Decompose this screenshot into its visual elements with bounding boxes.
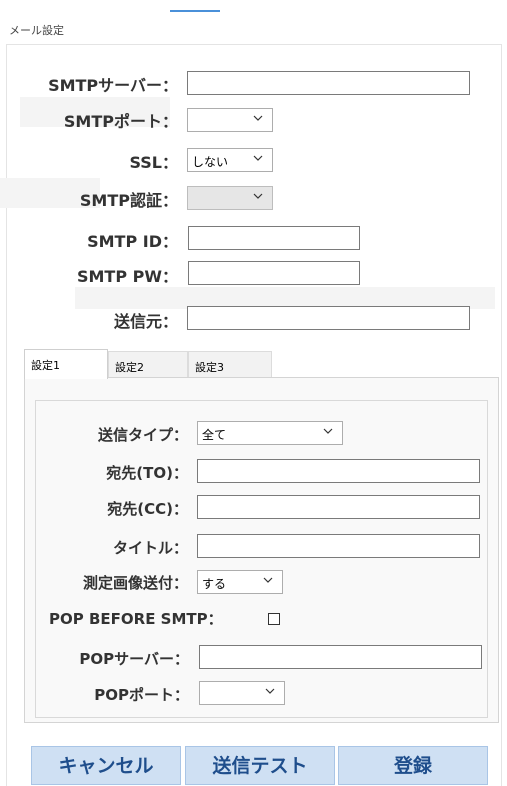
smtp-auth-label: SMTP認証： xyxy=(79,191,178,210)
sender-label: 送信元： xyxy=(113,312,178,331)
send-image-value: する xyxy=(202,577,227,591)
pop-before-smtp-label: POP BEFORE SMTP： xyxy=(49,610,223,628)
pop-before-smtp-checkbox[interactable] xyxy=(268,613,280,625)
send-image-label: 測定画像送付： xyxy=(82,574,188,592)
chevron-down-icon xyxy=(253,115,263,121)
send-type-select[interactable]: 全て xyxy=(197,421,343,445)
send-type-label: 送信タイプ： xyxy=(97,426,188,444)
send-type-value: 全て xyxy=(202,428,227,442)
pop-server-input[interactable] xyxy=(199,645,482,669)
sender-input[interactable] xyxy=(187,306,470,330)
pop-port-select[interactable] xyxy=(199,681,285,705)
to-label: 宛先(TO)： xyxy=(106,464,188,482)
smtp-pw-label: SMTP PW： xyxy=(76,267,178,286)
tab-setting-1[interactable]: 設定1 xyxy=(24,349,108,379)
title-bar: メール設定 xyxy=(0,0,507,44)
ssl-select[interactable]: しない xyxy=(187,148,273,172)
smtp-port-label: SMTPポート： xyxy=(63,112,178,131)
smtp-pw-input[interactable] xyxy=(188,261,360,285)
smtp-auth-select[interactable] xyxy=(187,186,273,210)
smtp-id-input[interactable] xyxy=(188,226,360,250)
smtp-server-input[interactable] xyxy=(187,71,470,95)
send-image-select[interactable]: する xyxy=(197,570,283,594)
pop-server-label: POPサーバー： xyxy=(79,650,189,668)
send-test-button[interactable]: 送信テスト xyxy=(185,746,335,785)
window-title: メール設定 xyxy=(9,24,64,37)
cc-label: 宛先(CC)： xyxy=(107,500,188,518)
subject-input[interactable] xyxy=(197,534,480,558)
settings-group xyxy=(35,400,488,718)
chevron-down-icon xyxy=(263,577,273,583)
chevron-down-icon xyxy=(253,193,263,199)
smtp-port-select[interactable] xyxy=(187,108,273,132)
tab-setting-3[interactable]: 設定3 xyxy=(188,351,272,377)
cc-input[interactable] xyxy=(197,495,480,519)
chevron-down-icon xyxy=(265,688,275,694)
subject-label: タイトル： xyxy=(112,539,188,557)
smtp-server-label: SMTPサーバー： xyxy=(48,76,178,95)
title-accent-line xyxy=(170,10,220,12)
ssl-value: しない xyxy=(192,155,229,169)
to-input[interactable] xyxy=(197,459,480,483)
pop-port-label: POPポート： xyxy=(94,686,189,704)
register-button[interactable]: 登録 xyxy=(338,746,488,785)
smtp-id-label: SMTP ID： xyxy=(87,232,178,251)
cancel-button[interactable]: キャンセル xyxy=(31,746,181,785)
tab-setting-2[interactable]: 設定2 xyxy=(108,351,188,377)
ssl-label: SSL： xyxy=(129,153,178,172)
chevron-down-icon xyxy=(253,155,263,161)
chevron-down-icon xyxy=(323,428,333,434)
